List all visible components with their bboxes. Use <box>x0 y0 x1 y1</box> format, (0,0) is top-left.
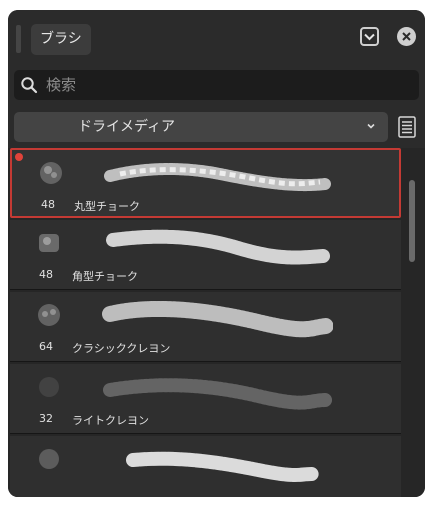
brush-stroke-preview <box>104 163 331 192</box>
brush-tip-preview <box>38 304 60 326</box>
brush-tip-preview <box>39 234 59 252</box>
brush-size-label: 48 <box>39 268 53 281</box>
brush-stroke-preview <box>102 300 333 338</box>
brush-list: 48 丸型チョーク 48 角型チョーク 64 クラシッククレヨン 32 ライトク… <box>8 148 425 497</box>
brush-stroke-preview <box>126 451 320 482</box>
brush-tip-preview <box>40 162 62 184</box>
brush-item-partial[interactable] <box>10 436 401 497</box>
tab-brushes[interactable]: ブラシ <box>31 24 91 55</box>
brush-size-label: 32 <box>39 412 53 425</box>
drag-handle[interactable] <box>16 25 21 53</box>
category-dropdown[interactable]: ドライメディア <box>14 112 388 142</box>
brush-name-label: ライトクレヨン <box>72 414 149 427</box>
scrollbar[interactable] <box>406 148 418 497</box>
brush-item-round-chalk[interactable]: 48 丸型チョーク <box>10 148 401 218</box>
brush-item-light-crayon[interactable]: 32 ライトクレヨン <box>10 364 401 434</box>
brush-size-label: 48 <box>41 198 55 211</box>
chevron-down-icon[interactable] <box>360 27 379 46</box>
brush-tip-preview <box>39 449 59 469</box>
chevron-down-icon <box>367 123 375 129</box>
favorite-dot-icon <box>15 153 23 161</box>
category-selected-label: ドライメディア <box>78 119 176 135</box>
close-icon[interactable] <box>397 27 416 46</box>
search-icon <box>21 77 38 94</box>
brush-name-label: 丸型チョーク <box>74 200 140 213</box>
brush-name-label: クラシッククレヨン <box>72 342 171 355</box>
search-input[interactable] <box>46 70 406 100</box>
brush-size-label: 64 <box>39 340 53 353</box>
brushes-panel: ブラシ ドライメディア <box>8 10 425 497</box>
panel-titlebar: ブラシ <box>8 10 425 62</box>
brush-stroke-preview <box>106 229 330 265</box>
scrollbar-thumb[interactable] <box>409 180 415 262</box>
brush-item-square-chalk[interactable]: 48 角型チョーク <box>10 220 401 290</box>
brush-item-classic-crayon[interactable]: 64 クラシッククレヨン <box>10 292 401 362</box>
list-menu-icon[interactable] <box>395 114 419 140</box>
search-box <box>14 70 419 100</box>
brush-name-label: 角型チョーク <box>72 270 138 283</box>
brush-stroke-preview <box>103 378 333 410</box>
brush-tip-preview <box>39 377 59 397</box>
